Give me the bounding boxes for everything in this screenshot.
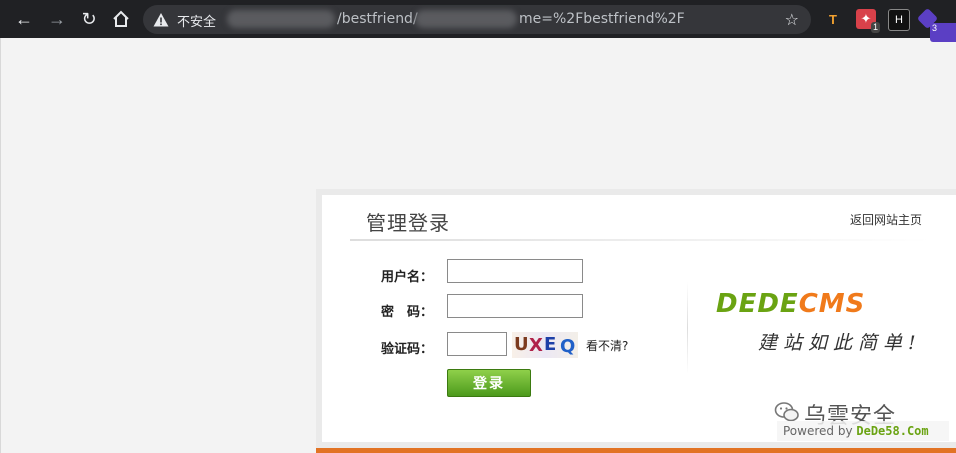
extension-icon-2[interactable]: ✦ 1 [856,9,880,33]
captcha-input[interactable] [447,332,507,356]
captcha-label: 验证码： [381,342,434,357]
url-redaction [415,10,517,28]
vertical-divider [687,282,688,374]
login-title: 管理登录 [366,211,450,235]
url-redaction [227,10,335,28]
url-text-segment-2: me=%2Fbestfriend%2F [519,11,685,27]
back-to-home-link[interactable]: 返回网站主页 [850,211,922,228]
extension-icon-3[interactable]: H [888,9,910,31]
url-text-segment-1: /bestfriend/ [337,11,418,27]
forward-arrow-icon[interactable]: → [45,7,69,31]
captcha-image[interactable]: U X E Q [512,332,578,358]
wechat-icon [774,402,799,422]
browser-toolbar: ← → ↻ 不安全 /bestfriend/ me=%2Fbestfriend%… [0,0,956,42]
username-input[interactable] [447,259,583,283]
home-icon[interactable] [109,7,133,31]
brand-slogan: 建站如此简单! [758,332,922,354]
dedecms-logo: DEDECMS [716,289,865,319]
password-input[interactable] [447,294,583,318]
address-bar[interactable]: 不安全 /bestfriend/ me=%2Fbestfriend%2F ☆ [143,5,811,34]
password-label: 密 码： [381,305,434,320]
captcha-char: E [544,334,557,355]
back-arrow-icon[interactable]: ← [12,7,36,31]
logo-text-cms: CMS [798,289,866,319]
security-status-label: 不安全 [177,15,217,30]
username-label: 用户名： [381,270,434,285]
login-button[interactable]: 登录 [447,369,531,397]
captcha-char: X [529,335,543,356]
accent-bar [316,448,956,453]
powered-by-brand: DeDe58.Com [856,424,929,438]
captcha-char: Q [560,336,576,357]
extension-badge: 1 [870,22,880,33]
title-divider [350,239,930,241]
translate-extension-icon[interactable]: T [823,9,843,29]
powered-by-text: Powered by DeDe58.Com [783,424,929,438]
extension-badge: 3 [930,23,956,42]
warning-icon[interactable] [153,12,169,28]
bookmark-star-icon[interactable]: ☆ [785,10,799,30]
refresh-captcha-link[interactable]: 看不清? [586,337,628,354]
captcha-char: U [514,334,529,355]
page-edge [0,38,1,453]
powered-by-prefix: Powered by [783,424,857,438]
logo-text-dede: DEDE [716,289,799,319]
reload-icon[interactable]: ↻ [77,7,101,31]
